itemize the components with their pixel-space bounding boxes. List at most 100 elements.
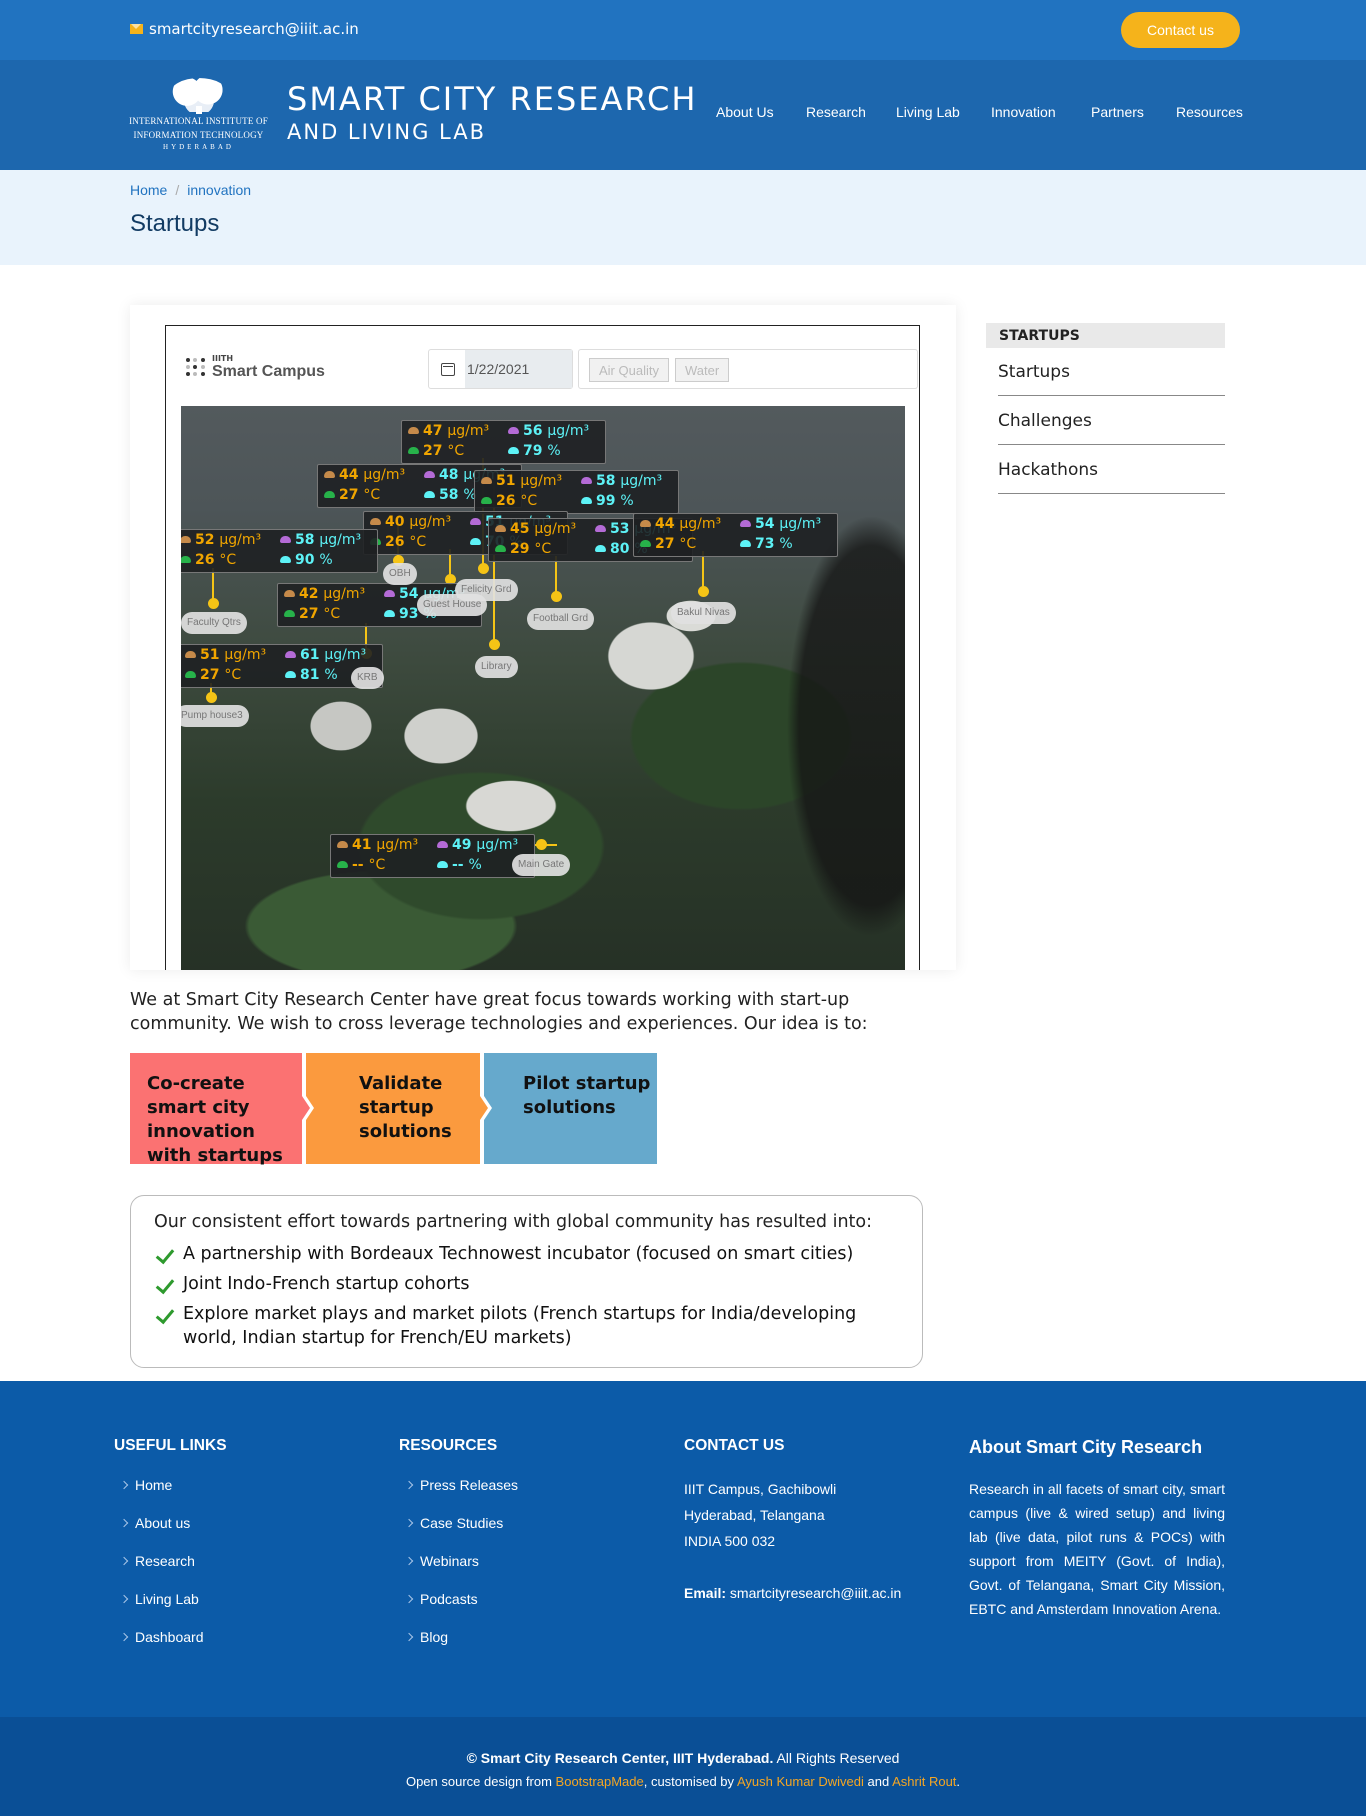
top-email[interactable]: smartcityresearch@iiit.ac.in [130,20,359,38]
credit-author1-link[interactable]: Ayush Kumar Dwivedi [737,1774,864,1789]
chevron-right-icon [404,1518,414,1528]
check-icon [157,1244,177,1264]
cloud-icon [595,544,606,552]
contact-us-button[interactable]: Contact us [1121,12,1240,48]
location-pin-label[interactable]: Faculty Qtrs [181,612,247,634]
breadcrumb-separator: / [175,182,180,198]
temperature-value: 29 °C [495,541,551,557]
nav-innovation[interactable]: Innovation [991,104,1056,120]
breadcrumb-innovation[interactable]: innovation [187,182,251,198]
cloud-icon [284,609,295,617]
chevron-right-icon [119,1518,129,1528]
sensor-dot[interactable] [206,692,217,703]
cloud-icon [384,589,395,597]
sidebar-item-hackathons[interactable]: Hackathons [998,446,1225,494]
check-icon [157,1304,177,1324]
sensor-readout[interactable]: 51 μg/m³ 58 μg/m³ 26 °C 99 % [474,470,679,514]
step-1-label: Co-create smart city innovation with sta… [147,1073,283,1166]
humidity-value: 81 % [285,667,338,683]
partnership-item-text: Explore market plays and market pilots (… [183,1304,857,1348]
cloud-icon [437,840,448,848]
location-pin-label[interactable]: Library [475,656,518,678]
pm10-value: 49 μg/m³ [437,837,518,853]
nav-living-lab[interactable]: Living Lab [896,104,960,120]
sidebar-item-startups[interactable]: Startups [998,348,1225,396]
layer-filter[interactable]: Air Quality Water [578,349,918,389]
site-title[interactable]: SMART CITY RESEARCH AND LIVING LAB [287,80,697,146]
cloud-icon [284,589,295,597]
credit-author2-link[interactable]: Ashrit Rout [892,1774,956,1789]
sensor-dot[interactable] [208,598,219,609]
partnership-item: Joint Indo-French startup cohorts [157,1272,897,1296]
humidity-value: 58 % [424,487,477,503]
footer-link-about-us[interactable]: About us [119,1515,190,1531]
footer-link-podcasts[interactable]: Podcasts [404,1591,478,1607]
footer-link-home[interactable]: Home [119,1477,172,1493]
location-pin-label[interactable]: Guest House [417,594,488,616]
copyright-rest: All Rights Reserved [776,1750,900,1766]
location-pin-label[interactable]: Main Gate [512,854,571,876]
cloud-icon [495,524,506,532]
logo-line2: INFORMATION TECHNOLOGY [133,130,264,140]
iiit-logo[interactable]: INTERNATIONAL INSTITUTE OF INFORMATION T… [126,78,271,152]
nav-about-us[interactable]: About Us [716,104,774,120]
footer-email[interactable]: Email: smartcityresearch@iiit.ac.in [684,1585,901,1601]
temperature-value: 27 °C [185,667,241,683]
sensor-dot[interactable] [551,591,562,602]
footer-link-press-releases[interactable]: Press Releases [404,1477,518,1493]
date-value[interactable]: 1/22/2021 [465,350,572,388]
sensor-readout[interactable]: 47 μg/m³ 56 μg/m³ 27 °C 79 % [401,420,606,464]
breadcrumb-home[interactable]: Home [130,182,167,198]
footer-link-label[interactable]: Living Lab [135,1591,199,1607]
top-email-text[interactable]: smartcityresearch@iiit.ac.in [149,20,359,38]
nav-research[interactable]: Research [806,104,866,120]
footer-about-text: Research in all facets of smart city, sm… [969,1481,1225,1617]
footer-link-webinars[interactable]: Webinars [404,1553,479,1569]
footer-link-research[interactable]: Research [119,1553,195,1569]
cloud-icon [285,670,296,678]
partnership-item: Explore market plays and market pilots (… [157,1302,897,1350]
footer-email-value[interactable]: smartcityresearch@iiit.ac.in [730,1585,901,1601]
footer-link-label[interactable]: About us [135,1515,190,1531]
cloud-icon [508,426,519,434]
footer-link-label[interactable]: Webinars [420,1553,479,1569]
location-pin-label[interactable]: KRB [351,667,384,689]
chip-water[interactable]: Water [674,358,730,382]
footer-link-blog[interactable]: Blog [404,1629,448,1645]
footer-link-case-studies[interactable]: Case Studies [404,1515,503,1531]
chevron-right-icon [404,1480,414,1490]
sensor-dot[interactable] [489,639,500,650]
date-picker[interactable]: 1/22/2021 [428,349,573,389]
temperature-value: 27 °C [324,487,380,503]
location-pin-label[interactable]: Football Grd [527,608,595,630]
location-pin-label[interactable]: Pump house3 [181,705,249,727]
chevron-right-icon [119,1594,129,1604]
cloud-icon [508,446,519,454]
cloud-icon [581,496,592,504]
sensor-dot[interactable] [698,586,709,597]
location-pin-label[interactable]: OBH [383,563,417,585]
chip-air-quality[interactable]: Air Quality [589,358,669,382]
footer-link-label[interactable]: Home [135,1477,172,1493]
sensor-readout[interactable]: 41 μg/m³ 49 μg/m³ -- °C -- % [330,834,535,878]
nav-partners[interactable]: Partners [1091,104,1144,120]
footer-link-label[interactable]: Research [135,1553,195,1569]
sensor-dot[interactable] [536,839,547,850]
footer-link-living-lab[interactable]: Living Lab [119,1591,199,1607]
footer-link-label[interactable]: Blog [420,1629,448,1645]
footer-link-label[interactable]: Case Studies [420,1515,503,1531]
sidebar-item-challenges[interactable]: Challenges [998,397,1225,445]
temperature-value: 26 °C [181,552,236,568]
footer-link-label[interactable]: Podcasts [420,1591,478,1607]
sensor-dot[interactable] [478,563,489,574]
footer-link-label[interactable]: Press Releases [420,1477,518,1493]
location-pin-label[interactable]: Bakul Nivas [671,602,736,624]
footer-link-label[interactable]: Dashboard [135,1629,204,1645]
sensor-readout[interactable]: 52 μg/m³ 58 μg/m³ 26 °C 90 % [181,529,378,573]
credit-bootstrapmade-link[interactable]: BootstrapMade [556,1774,644,1789]
campus-map[interactable]: 47 μg/m³56 μg/m³27 °C79 %44 μg/m³48 μg/m… [181,406,905,970]
footer-link-dashboard[interactable]: Dashboard [119,1629,204,1645]
nav-resources[interactable]: Resources [1176,104,1243,120]
partnership-item-text: Joint Indo-French startup cohorts [183,1274,470,1294]
sensor-readout[interactable]: 44 μg/m³ 54 μg/m³ 27 °C 73 % [633,513,838,557]
